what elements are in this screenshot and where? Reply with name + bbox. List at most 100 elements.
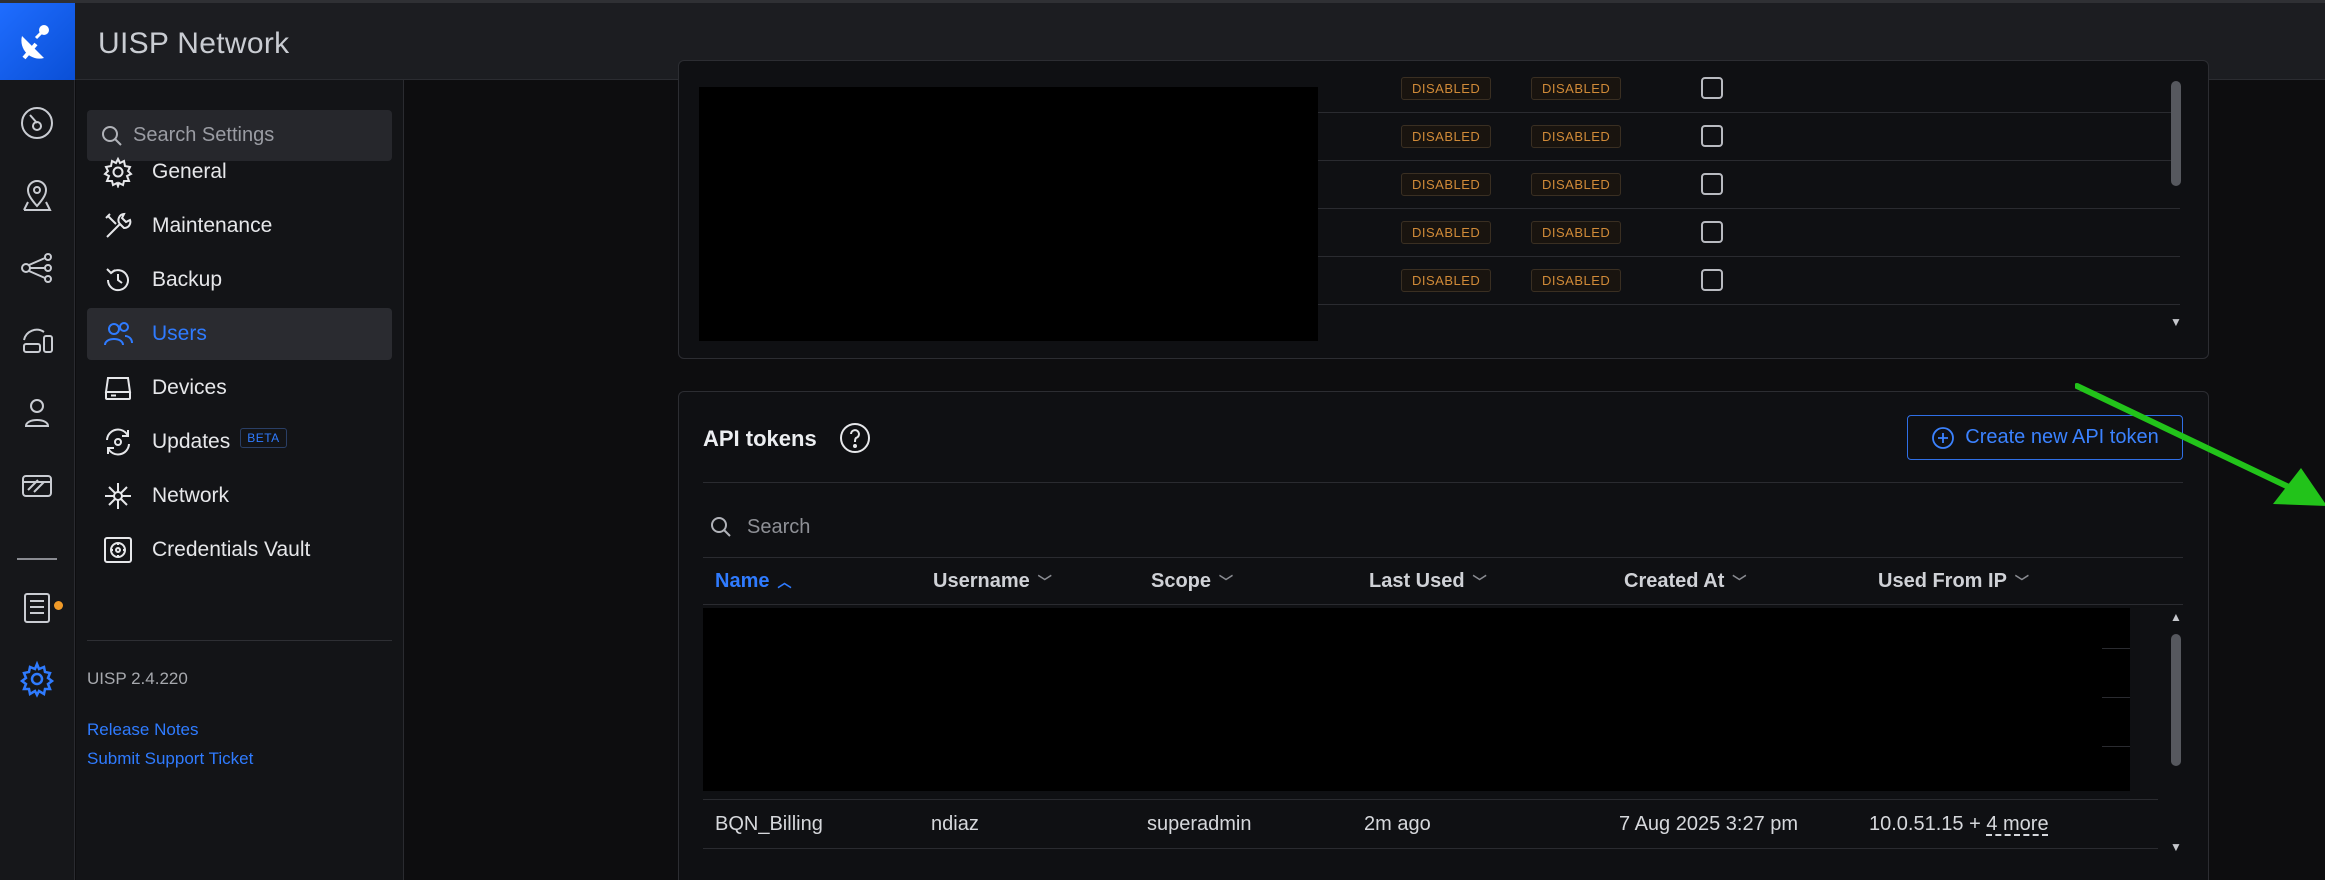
notification-dot (54, 601, 63, 610)
table-row: DISABLED DISABLED (1318, 209, 2180, 257)
api-search[interactable] (703, 506, 2183, 548)
sidebar-item-network[interactable]: Network (87, 470, 392, 522)
api-scrollbar-thumb[interactable] (2171, 634, 2181, 766)
sidebar-item-label: Backup (152, 268, 223, 291)
main-content: DISABLED DISABLED DISABLED DISABLED DISA… (405, 60, 2325, 880)
refresh-icon (106, 428, 130, 456)
scroll-down-arrow[interactable]: ▼ (2170, 840, 2182, 854)
api-table-header: Name ︿ Username ﹀ Scope ﹀ Last Used ﹀ Create… (703, 557, 2183, 605)
table-row: DISABLED DISABLED (1318, 113, 2180, 161)
token-name: BQN_Billing (715, 813, 823, 835)
sidebar-item-label: Devices (152, 376, 227, 399)
status-badge: DISABLED (1401, 173, 1492, 196)
column-header-created-at[interactable]: Created At ﹀ (1624, 570, 1746, 593)
redacted-region (703, 608, 2130, 791)
help-icon[interactable] (839, 422, 871, 454)
sidebar-item-label: Credentials Vault (152, 538, 311, 561)
sidebar-item-credentials-vault[interactable]: Credentials Vault (87, 524, 392, 576)
search-icon (102, 125, 122, 146)
row-checkbox[interactable] (1701, 221, 1723, 243)
map-pin-icon[interactable] (13, 171, 61, 219)
row-checkbox[interactable] (1701, 125, 1723, 147)
column-header-scope[interactable]: Scope ﹀ (1151, 570, 1233, 593)
drive-icon (104, 377, 132, 400)
chevron-down-icon: ﹀ (2014, 573, 2029, 590)
satellite-dish-icon (20, 24, 49, 59)
sidebar-item-backup[interactable]: Backup (87, 254, 392, 306)
column-header-label: Created At (1624, 570, 1725, 592)
sidebar-item-general[interactable]: General (87, 146, 392, 198)
support-ticket-link[interactable]: Submit Support Ticket (87, 749, 253, 769)
column-header-label: Scope (1151, 570, 1212, 592)
sidebar-divider (87, 640, 392, 641)
table-row: DISABLED DISABLED (1318, 65, 2180, 113)
api-search-input[interactable] (747, 515, 1347, 539)
sidebar-item-updates[interactable]: Updates BETA (87, 416, 392, 468)
topology-icon[interactable] (13, 244, 61, 292)
create-api-token-label: Create new API token (1965, 426, 2159, 448)
sidebar-item-maintenance[interactable]: Maintenance (87, 200, 392, 252)
status-badge: DISABLED (1531, 221, 1622, 244)
gear-icon (103, 156, 133, 188)
sidebar-item-label: Users (152, 322, 207, 345)
sort-asc-icon: ︿ (777, 573, 792, 590)
person-icon[interactable] (13, 389, 61, 437)
status-badge: DISABLED (1531, 125, 1622, 148)
column-header-name[interactable]: Name ︿ (715, 570, 791, 593)
version-label: UISP 2.4.220 (87, 669, 188, 688)
token-username: ndiaz (931, 813, 979, 835)
wallet-icon[interactable] (13, 461, 61, 509)
tools-icon (105, 212, 132, 238)
gear-icon[interactable] (13, 655, 61, 703)
sidebar-item-label: Maintenance (152, 214, 273, 237)
row-divider (2102, 746, 2130, 747)
status-badge: DISABLED (1401, 77, 1492, 100)
plus-circle-icon (1932, 426, 1955, 449)
scroll-up-arrow[interactable]: ▲ (2170, 610, 2182, 624)
status-badge: DISABLED (1401, 269, 1492, 292)
uisp-logo[interactable] (0, 3, 75, 80)
device-icon[interactable] (13, 317, 61, 365)
column-header-label: Used From IP (1878, 570, 2007, 592)
row-checkbox[interactable] (1701, 77, 1723, 99)
status-badge: DISABLED (1531, 77, 1622, 100)
status-badge: DISABLED (1531, 173, 1622, 196)
users-table-card: DISABLED DISABLED DISABLED DISABLED DISA… (678, 60, 2209, 359)
sidebar-item-label: Updates (152, 430, 231, 453)
users-scrollbar-thumb[interactable] (2171, 81, 2181, 186)
row-checkbox[interactable] (1701, 173, 1723, 195)
row-checkbox[interactable] (1701, 269, 1723, 291)
users-icon (104, 322, 133, 346)
rail-divider (17, 558, 57, 560)
table-row: DISABLED DISABLED (1318, 257, 2180, 305)
column-header-last-used[interactable]: Last Used ﹀ (1369, 570, 1487, 593)
row-divider (2102, 697, 2130, 698)
table-row[interactable]: BQN_Billing ndiaz superadmin 2m ago 7 Au… (703, 799, 2158, 849)
app-title: UISP Network (98, 27, 290, 60)
beta-badge: BETA (240, 428, 287, 448)
api-tokens-title: API tokens (703, 426, 817, 451)
column-header-label: Username (933, 570, 1030, 592)
status-badge: DISABLED (1531, 269, 1622, 292)
token-created-at: 7 Aug 2025 3:27 pm (1619, 813, 1799, 835)
search-icon (711, 517, 731, 537)
table-row: DISABLED DISABLED (1318, 161, 2180, 209)
scroll-down-arrow[interactable]: ▼ (2170, 315, 2182, 329)
vault-icon (104, 537, 132, 563)
settings-sidebar: General Maintenance Backup Users Devices… (76, 80, 404, 880)
speedometer-icon[interactable] (13, 99, 61, 147)
token-ip-value: 10.0.51.15 + (1869, 813, 1981, 835)
column-header-username[interactable]: Username ﹀ (933, 570, 1052, 593)
token-ip: 10.0.51.15 + 4 more (1869, 813, 2049, 836)
settings-search-input[interactable] (133, 124, 373, 147)
api-divider (703, 482, 2183, 483)
chevron-down-icon: ﹀ (1219, 573, 1234, 590)
sidebar-item-label: General (152, 160, 227, 183)
release-notes-link[interactable]: Release Notes (87, 720, 199, 740)
sidebar-item-devices[interactable]: Devices (87, 362, 392, 414)
sidebar-item-users[interactable]: Users (87, 308, 392, 360)
column-header-used-from-ip[interactable]: Used From IP ﹀ (1878, 570, 2029, 593)
token-last-used: 2m ago (1364, 813, 1431, 835)
create-api-token-button[interactable]: Create new API token (1907, 415, 2183, 460)
ip-more-link[interactable]: 4 more (1986, 813, 2048, 835)
